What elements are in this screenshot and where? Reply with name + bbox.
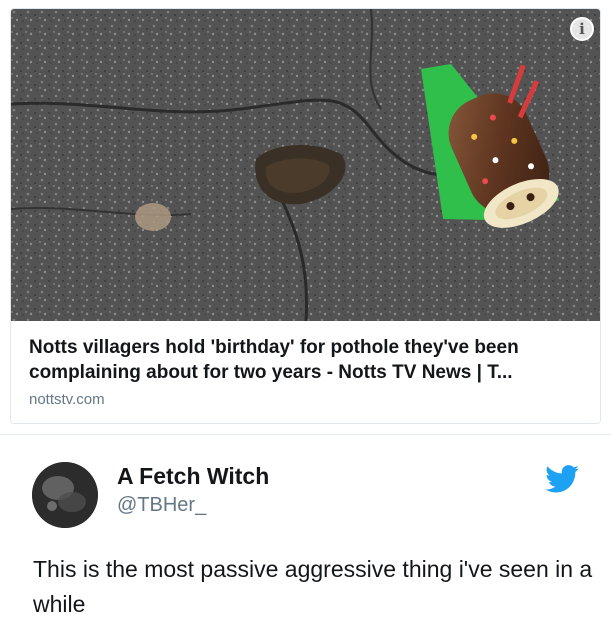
link-preview-card[interactable]: i Notts villagers hold 'birthday' for po…: [10, 8, 601, 424]
pothole-cake-photo: [11, 9, 600, 321]
link-preview-image[interactable]: i: [11, 9, 600, 321]
author-handle[interactable]: @TBHer_: [117, 494, 206, 517]
link-domain: nottstv.com: [29, 391, 105, 408]
link-preview-text[interactable]: Notts villagers hold 'birthday' for poth…: [29, 335, 589, 408]
link-title[interactable]: Notts villagers hold 'birthday' for poth…: [29, 335, 589, 385]
twitter-bird-icon[interactable]: [545, 465, 579, 493]
avatar-image: [32, 462, 98, 528]
author-name[interactable]: A Fetch Witch: [117, 463, 269, 490]
divider: [0, 434, 611, 435]
info-icon[interactable]: i: [570, 17, 594, 41]
tweet-text: This is the most passive aggressive thin…: [33, 556, 593, 617]
avatar[interactable]: [32, 462, 98, 528]
